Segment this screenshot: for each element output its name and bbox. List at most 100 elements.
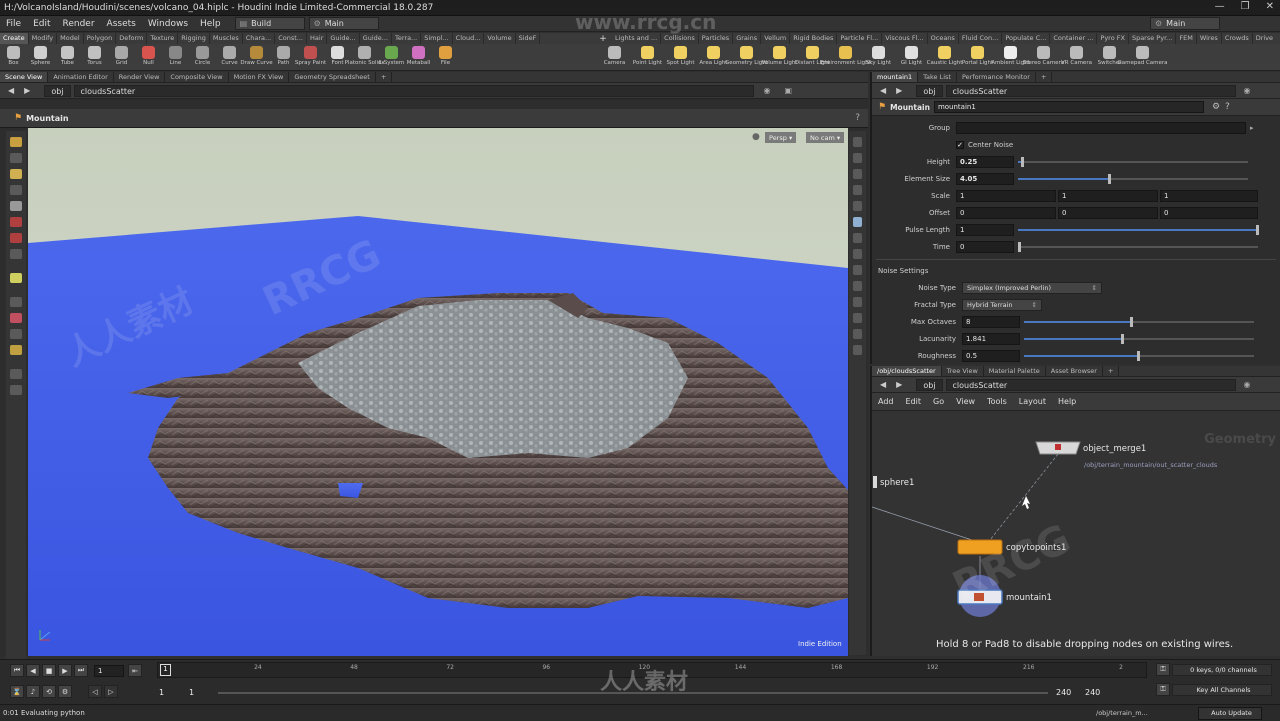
arrow-icon[interactable]: ▸: [1250, 124, 1254, 132]
tab-viscous-fl[interactable]: Viscous Fl...: [882, 33, 928, 44]
range-slider[interactable]: [218, 692, 1048, 694]
step-icon[interactable]: ⇤: [128, 664, 142, 677]
tab-pyro-fx[interactable]: Pyro FX: [1097, 33, 1129, 44]
net-path-node[interactable]: cloudsScatter: [945, 378, 1236, 391]
tab-take-list[interactable]: Take List: [918, 72, 957, 82]
start-frame[interactable]: 1: [159, 688, 164, 697]
shelf-tool-ambient-light[interactable]: Ambient Light: [991, 44, 1030, 71]
key-icon[interactable]: ⚿: [1156, 663, 1170, 676]
help-icon[interactable]: ?: [1225, 102, 1230, 112]
tab-rigid-bodies[interactable]: Rigid Bodies: [790, 33, 838, 44]
network-menu-edit[interactable]: Edit: [900, 397, 928, 406]
tab-deform[interactable]: Deform: [116, 33, 148, 44]
render-region-icon[interactable]: [10, 369, 22, 379]
path-node[interactable]: cloudsScatter: [73, 84, 754, 97]
shelf-tool-switcher[interactable]: Switcher: [1093, 44, 1126, 71]
wireframe-icon[interactable]: [853, 153, 862, 163]
group-field[interactable]: [956, 121, 1246, 134]
lacunarity-field[interactable]: 1.841: [962, 332, 1020, 345]
menu-assets[interactable]: Assets: [101, 19, 142, 29]
tab-collisions[interactable]: Collisions: [661, 33, 699, 44]
scale-tool-icon[interactable]: [10, 249, 22, 259]
height-slider[interactable]: [1018, 156, 1248, 167]
handle-tool-icon[interactable]: [10, 169, 22, 179]
element-size-field[interactable]: 4.05: [956, 172, 1014, 185]
network-menu-view[interactable]: View: [950, 397, 981, 406]
settings-icon[interactable]: ⚙: [58, 685, 72, 698]
tab-motion-fx-view[interactable]: Motion FX View: [229, 72, 290, 82]
tab-cloud[interactable]: Cloud...: [453, 33, 485, 44]
node-name-field[interactable]: mountain1: [933, 101, 1204, 113]
menu-help[interactable]: Help: [194, 19, 227, 29]
offset-z-field[interactable]: 0: [1160, 206, 1258, 219]
grid-icon[interactable]: [853, 297, 862, 307]
pin-icon[interactable]: ◉: [1244, 380, 1251, 389]
translate-tool-icon[interactable]: [10, 217, 22, 227]
roughness-slider[interactable]: [1024, 350, 1254, 361]
fractal-type-dropdown[interactable]: Hybrid Terrain ⇕: [962, 298, 1042, 311]
network-menu-layout[interactable]: Layout: [1013, 397, 1052, 406]
network-menu-go[interactable]: Go: [927, 397, 950, 406]
key-all-icon[interactable]: ⚿: [1156, 683, 1170, 696]
tab-render-view[interactable]: Render View: [114, 72, 166, 82]
shelf-tool-camera[interactable]: Camera: [598, 44, 631, 71]
path-root[interactable]: obj: [44, 84, 71, 97]
brush-tool-icon[interactable]: [10, 273, 22, 283]
tab-crowds[interactable]: Crowds: [1222, 33, 1253, 44]
scale-z-field[interactable]: 1: [1160, 189, 1258, 202]
tab-simpl[interactable]: Simpl...: [421, 33, 453, 44]
time-slider[interactable]: [1018, 241, 1258, 252]
shelf-tool-caustic-light[interactable]: Caustic Light: [927, 44, 962, 71]
shelf-tool-gamepad-camera[interactable]: Gamepad Camera: [1117, 44, 1168, 71]
shelf-tool-area-light[interactable]: Area Light: [697, 44, 730, 71]
menu-windows[interactable]: Windows: [142, 19, 194, 29]
tab-geometry-spreadsheet[interactable]: Geometry Spreadsheet: [289, 72, 376, 82]
snap-icon[interactable]: [10, 297, 22, 307]
end-frame[interactable]: 240: [1056, 688, 1071, 697]
tab-performance-monitor[interactable]: Performance Monitor: [957, 72, 1036, 82]
shelf-tool-grid[interactable]: Grid: [108, 44, 135, 71]
shelf-tool-sky-light[interactable]: Sky Light: [862, 44, 895, 71]
rotate-tool-icon[interactable]: [10, 233, 22, 243]
tab-particle-fl[interactable]: Particle Fl...: [837, 33, 883, 44]
shelf-tool-tube[interactable]: Tube: [54, 44, 81, 71]
shelf-tool-torus[interactable]: Torus: [81, 44, 108, 71]
tab-vellum[interactable]: Vellum: [761, 33, 791, 44]
element-size-slider[interactable]: [1018, 173, 1248, 184]
next-key-icon[interactable]: ▷: [104, 685, 118, 698]
pin-icon[interactable]: ◉: [1244, 86, 1251, 95]
points-icon[interactable]: [853, 249, 862, 259]
tab-oceans[interactable]: Oceans: [928, 33, 959, 44]
add-tab-icon[interactable]: +: [1103, 366, 1120, 376]
shelf-tool-path[interactable]: Path: [270, 44, 297, 71]
roughness-field[interactable]: 0.5: [962, 349, 1020, 362]
key-all-button[interactable]: Key All Channels: [1172, 683, 1272, 696]
loop-icon[interactable]: ⟲: [42, 685, 56, 698]
tab-chara[interactable]: Chara...: [243, 33, 276, 44]
tab-terra[interactable]: Terra...: [392, 33, 422, 44]
tab-scene-view[interactable]: Scene View: [0, 72, 49, 82]
add-tab-icon[interactable]: +: [1036, 72, 1053, 82]
camera-icon[interactable]: [853, 217, 862, 227]
display-options-icon[interactable]: [853, 137, 862, 147]
scale-y-field[interactable]: 1: [1058, 189, 1158, 202]
prev-key-icon[interactable]: ◁: [88, 685, 102, 698]
lock-icon[interactable]: [10, 201, 22, 211]
back-arrow-icon[interactable]: ◀: [8, 86, 14, 95]
timeline-ruler[interactable]: 1 24 48 72 96 120 144 168 192 216 2: [157, 662, 1147, 678]
shelf-tool-curve[interactable]: Curve: [216, 44, 243, 71]
param-path-root[interactable]: obj: [916, 84, 943, 97]
main-dropdown[interactable]: ⚙ Main: [308, 17, 379, 30]
tab-composite-view[interactable]: Composite View: [165, 72, 229, 82]
help-icon[interactable]: ?: [855, 113, 860, 123]
tab-wires[interactable]: Wires: [1197, 33, 1222, 44]
magnet-icon[interactable]: [10, 313, 22, 323]
camera-menu[interactable]: No cam ▾: [806, 132, 845, 143]
sphere-node[interactable]: [873, 476, 877, 488]
shelf-tool-sphere[interactable]: Sphere: [27, 44, 54, 71]
ortho-icon[interactable]: [853, 313, 862, 323]
tab-container[interactable]: Container ...: [1050, 33, 1098, 44]
select-tool-icon[interactable]: [10, 137, 22, 147]
shelf-tool-vr-camera[interactable]: VR Camera: [1060, 44, 1093, 71]
tab-const[interactable]: Const...: [275, 33, 308, 44]
